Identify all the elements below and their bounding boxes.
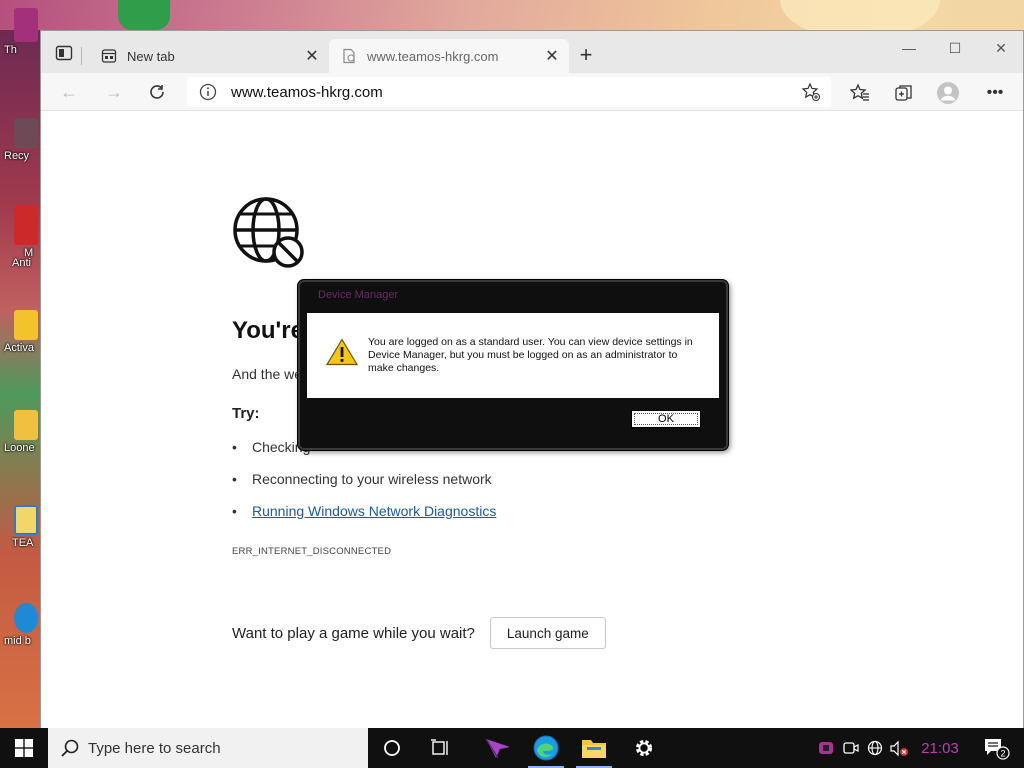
- desktop-icon-tea[interactable]: TEA: [0, 505, 40, 549]
- tab-separator: [81, 47, 82, 65]
- error-heading: You're: [232, 317, 304, 344]
- wallpaper-cactus: [118, 0, 170, 30]
- task-view-button[interactable]: [416, 728, 464, 768]
- launch-game-button[interactable]: Launch game: [489, 617, 606, 649]
- meet-now-icon[interactable]: [840, 728, 862, 768]
- edge-icon: [533, 735, 559, 761]
- notification-center-button[interactable]: 2: [976, 728, 1016, 768]
- desktop-icon-looney[interactable]: Loone: [0, 410, 40, 454]
- refresh-icon: [150, 85, 164, 99]
- minimize-button[interactable]: —: [886, 35, 932, 61]
- folder-icon: [14, 410, 38, 440]
- desktop-icon-label: Th: [4, 44, 17, 56]
- desktop-icon-label: mid b: [4, 635, 31, 647]
- dialog-message: You are logged on as a standard user. Yo…: [368, 336, 693, 374]
- refresh-button[interactable]: [143, 79, 171, 105]
- notification-icon: 2: [985, 739, 1010, 760]
- tab-bar: New tab ✕ www.teamos-hkrg.com ✕ + — ☐ ✕: [41, 31, 1023, 73]
- new-tab-button[interactable]: +: [574, 42, 598, 67]
- dialog-title: Device Manager: [318, 289, 399, 301]
- tab-actions-icon[interactable]: [55, 45, 73, 61]
- add-favorite-icon[interactable]: [801, 82, 821, 102]
- collections-icon[interactable]: [892, 81, 916, 105]
- maximize-button[interactable]: ☐: [932, 35, 978, 61]
- tab-label: www.teamos-hkrg.com: [367, 48, 499, 64]
- url-text: www.teamos-hkrg.com: [231, 83, 383, 101]
- network-diagnostics-link[interactable]: Running Windows Network Diagnostics: [252, 503, 496, 519]
- search-icon: [60, 738, 80, 758]
- volume-muted-icon[interactable]: [888, 728, 910, 768]
- cortana-button[interactable]: [368, 728, 416, 768]
- desktop-icon-label: Recy: [4, 150, 30, 162]
- shortcut-icon: [14, 505, 38, 535]
- start-button[interactable]: [0, 728, 48, 768]
- windows-icon: [15, 739, 33, 757]
- bullet: •: [232, 503, 237, 519]
- arrow-app-icon: [485, 738, 510, 759]
- profile-avatar-icon[interactable]: [936, 81, 960, 105]
- desktop-icon-label: Activa: [4, 342, 34, 354]
- notification-count: 2: [1000, 749, 1005, 759]
- globe-no-connection-icon: [232, 196, 306, 270]
- folder-icon: [582, 740, 606, 758]
- forward-button[interactable]: →: [100, 79, 128, 105]
- pinned-app-button[interactable]: [474, 728, 522, 768]
- close-tab-icon[interactable]: ✕: [543, 47, 561, 65]
- ok-button[interactable]: OK: [631, 410, 701, 428]
- desktop-icon-antivirus[interactable]: M Anti: [0, 205, 40, 269]
- desktop-icon-this-pc[interactable]: Th: [0, 8, 40, 56]
- recycle-bin-icon: [14, 118, 38, 148]
- tab-label: New tab: [127, 48, 175, 64]
- monitor-icon: [14, 8, 38, 42]
- game-row: Want to play a game while you wait? Laun…: [232, 617, 606, 649]
- new-tab-icon: [101, 48, 117, 64]
- dialog-body: You are logged on as a standard user. Yo…: [307, 313, 719, 398]
- try-label: Try:: [232, 405, 260, 422]
- task-view-icon: [431, 739, 448, 755]
- tip-item: • Running Windows Network Diagnostics: [232, 503, 496, 519]
- device-manager-dialog: Device Manager You are logged on as a st…: [298, 280, 728, 450]
- edge-icon: [14, 603, 38, 633]
- desktop-icon-edge[interactable]: mid b: [0, 603, 40, 647]
- game-prompt: Want to play a game while you wait?: [232, 624, 475, 642]
- tip-item: • Reconnecting to your wireless network: [232, 471, 492, 487]
- tip-text: Reconnecting to your wireless network: [252, 471, 492, 487]
- desktop-icon-label: TEA: [12, 537, 34, 549]
- taskbar-file-explorer-button[interactable]: [570, 728, 618, 768]
- network-globe-icon[interactable]: [864, 728, 886, 768]
- folder-icon: [14, 310, 38, 340]
- search-placeholder: Type here to search: [88, 739, 221, 757]
- desktop-icon-label: Anti: [12, 257, 31, 269]
- tab-new-tab[interactable]: New tab ✕: [89, 39, 329, 73]
- desktop-icon-activator[interactable]: Activa: [0, 310, 40, 354]
- error-code: ERR_INTERNET_DISCONNECTED: [232, 546, 392, 557]
- bullet: •: [232, 439, 237, 455]
- tab-teamos[interactable]: www.teamos-hkrg.com ✕: [329, 39, 569, 73]
- bullet: •: [232, 471, 237, 487]
- desktop-icon-recycle-bin[interactable]: Recy: [0, 118, 40, 162]
- taskbar-clock[interactable]: 21:03: [912, 728, 968, 768]
- close-window-button[interactable]: ✕: [978, 35, 1024, 61]
- favorites-icon[interactable]: [848, 81, 872, 105]
- cortana-icon: [384, 740, 400, 756]
- page-icon: [341, 48, 357, 64]
- taskbar-settings-button[interactable]: [620, 728, 668, 768]
- browser-toolbar: ← → www.teamos-hkrg.com •••: [41, 73, 1023, 111]
- gear-icon: [635, 739, 653, 757]
- antivirus-icon: [14, 205, 38, 245]
- desktop-icon-label: Loone: [4, 442, 35, 454]
- taskbar-search[interactable]: Type here to search: [48, 728, 368, 768]
- back-button[interactable]: ←: [55, 79, 83, 105]
- address-bar[interactable]: www.teamos-hkrg.com: [187, 77, 831, 107]
- taskbar: Type here to search 21:03 2: [0, 728, 1024, 768]
- site-info-icon[interactable]: [199, 83, 217, 101]
- settings-more-icon[interactable]: •••: [983, 81, 1007, 105]
- taskbar-edge-button[interactable]: [522, 728, 570, 768]
- error-subtext: And the we: [232, 366, 303, 382]
- tray-app-icon[interactable]: [814, 728, 838, 768]
- close-tab-icon[interactable]: ✕: [303, 47, 321, 65]
- warning-icon: [325, 338, 359, 366]
